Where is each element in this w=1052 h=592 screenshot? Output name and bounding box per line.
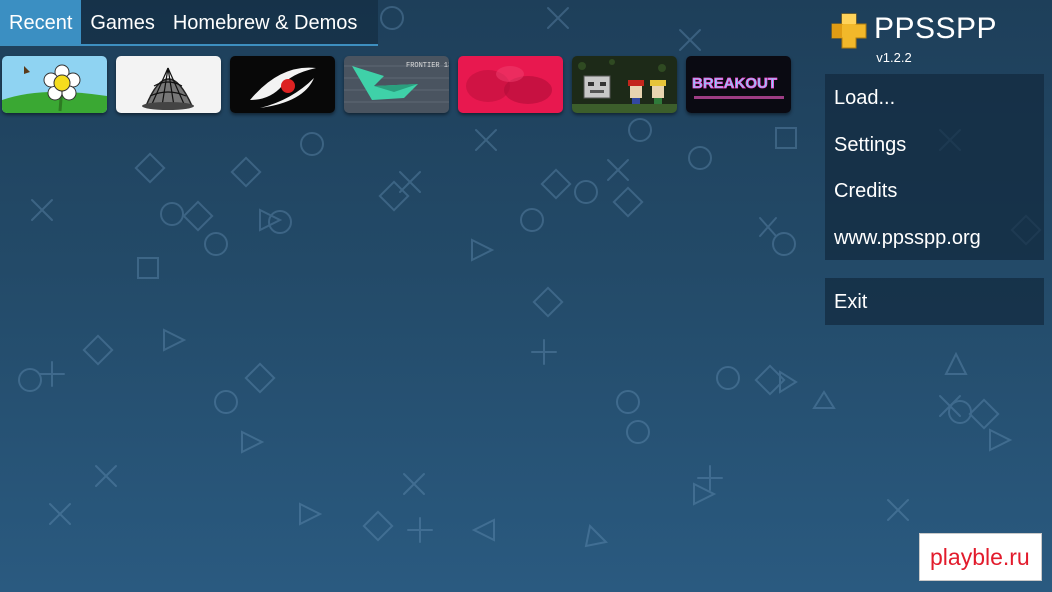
exit-menu: Exit — [825, 278, 1044, 325]
ppsspp-logo-icon — [831, 13, 867, 49]
watermark-text: playble.ru — [930, 544, 1030, 570]
app-title: PPSSPP — [874, 12, 998, 45]
game-tile-frontier[interactable]: FRONTIER 1337 — [344, 56, 449, 113]
game-tile-cave-story[interactable] — [572, 56, 677, 113]
cave-story-game-icon — [572, 56, 677, 113]
breakout-game-icon: BREAKOUT — [686, 56, 791, 113]
flower-game-icon — [2, 56, 107, 113]
tab-homebrew-demos[interactable]: Homebrew & Demos — [163, 0, 367, 44]
app-version: v1.2.2 — [876, 50, 912, 65]
frontier-title: FRONTIER 1337 — [406, 62, 449, 70]
watermark: playble.ru — [919, 533, 1042, 581]
tab-recent[interactable]: Recent — [0, 0, 82, 44]
frontier-game-icon: FRONTIER 1337 — [344, 56, 449, 113]
pink-game-icon — [458, 56, 563, 113]
game-tile-breakout[interactable]: BREAKOUT — [686, 56, 791, 113]
dome-game-icon — [116, 56, 221, 113]
exit-button[interactable]: Exit — [825, 278, 1044, 325]
tab-bar: Recent Games Homebrew & Demos — [0, 0, 379, 46]
swirl-game-icon — [230, 56, 335, 113]
tab-games[interactable]: Games — [81, 0, 164, 44]
menu-item-settings[interactable]: Settings — [825, 121, 1044, 168]
tab-bar-filler — [366, 0, 379, 44]
main-menu: Load... Settings Credits www.ppsspp.org — [825, 74, 1044, 260]
ppsspp-logo: PPSSPP v1.2.2 — [826, 6, 998, 68]
game-tile-dome[interactable] — [116, 56, 221, 113]
game-tile-pink[interactable] — [458, 56, 563, 113]
menu-item-load[interactable]: Load... — [825, 74, 1044, 121]
menu-item-credits[interactable]: Credits — [825, 167, 1044, 214]
game-tile-swirl[interactable] — [230, 56, 335, 113]
game-tile-flower[interactable] — [2, 56, 107, 113]
breakout-title: BREAKOUT — [692, 75, 777, 92]
menu-item-website[interactable]: www.ppsspp.org — [825, 214, 1044, 261]
recent-games-row: FRONTIER 1337 BREAKOUT — [2, 56, 791, 113]
